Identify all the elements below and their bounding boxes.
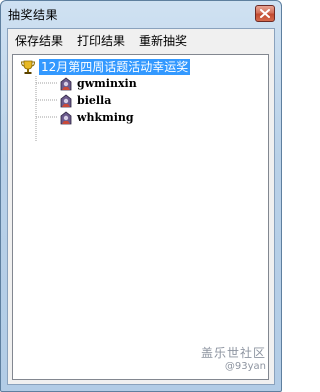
window-title: 抽奖结果	[8, 8, 59, 22]
trophy-icon	[20, 60, 36, 74]
watermark: 盖乐世社区 @93yan	[201, 347, 266, 373]
winner-name[interactable]: gwminxin	[77, 76, 137, 92]
menu-print-results[interactable]: 打印结果	[77, 32, 125, 49]
watermark-line-2: @93yan	[224, 361, 266, 372]
menu-redraw[interactable]: 重新抽奖	[139, 32, 187, 49]
winner-name[interactable]: whkming	[77, 110, 134, 126]
results-tree[interactable]: 12月第四周话题活动幸运奖 gwminxin biella whkming 盖乐…	[12, 54, 269, 380]
watermark-line-1: 盖乐世社区	[200, 346, 266, 360]
close-icon	[260, 9, 270, 18]
client-area: 保存结果 打印结果 重新抽奖 12月第四周话题活动幸运奖 gwminxin bi…	[7, 28, 275, 385]
app-window: 抽奖结果 保存结果 打印结果 重新抽奖 12月第四周话题活动幸运奖 gwminx…	[0, 0, 282, 392]
user-icon	[60, 111, 72, 125]
user-icon	[60, 94, 72, 108]
winner-name[interactable]: biella	[77, 93, 111, 109]
user-icon	[60, 77, 72, 91]
title-bar[interactable]: 抽奖结果	[1, 1, 281, 27]
close-button[interactable]	[255, 5, 275, 22]
tree-root-label[interactable]: 12月第四周话题活动幸运奖	[39, 59, 191, 75]
menu-bar: 保存结果 打印结果 重新抽奖	[8, 29, 274, 50]
menu-save-results[interactable]: 保存结果	[15, 32, 63, 49]
